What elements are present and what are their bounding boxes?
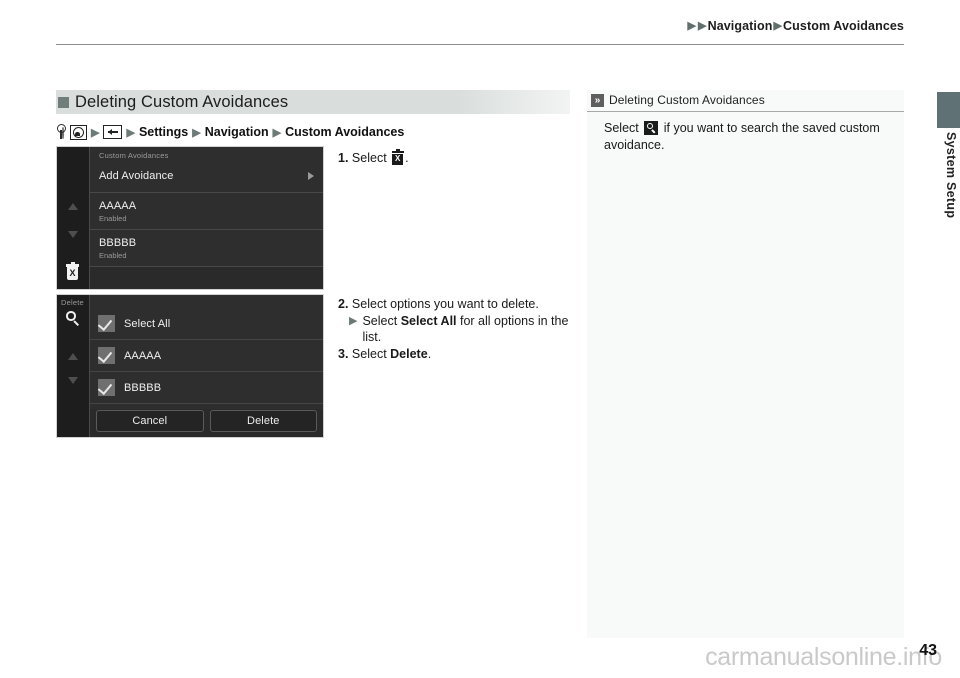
page-number: 43 [919, 642, 937, 659]
breadcrumb-triangle-icon: ▶ [698, 20, 707, 32]
device-side-rail: Delete [57, 295, 89, 437]
checkbox-row-aaaaa[interactable]: AAAAA [90, 340, 323, 372]
step-number: 3. [338, 347, 349, 361]
path-triangle-icon: ▶ [126, 126, 135, 139]
path-triangle-icon: ▶ [91, 126, 100, 139]
path-item-settings: Settings [138, 125, 189, 139]
device-list-panel: Custom Avoidances Add Avoidance AAAAA En… [89, 147, 323, 289]
search-handle [73, 320, 80, 326]
section-bullet-icon [58, 96, 69, 108]
checkbox-checked-icon[interactable] [98, 347, 115, 364]
trash-icon: X [391, 149, 404, 165]
breadcrumb-triangle-icon: ▶ [773, 20, 783, 32]
search-handle [651, 129, 656, 134]
step-3: 3. Select Delete. [338, 346, 570, 362]
device-screenshot-custom-avoidances: X Custom Avoidances Add Avoidance AAAAA … [56, 146, 324, 290]
device-panel-title: Delete [61, 298, 84, 307]
note-header: » Deleting Custom Avoidances [587, 90, 904, 112]
edge-tab-label: System Setup [944, 132, 958, 219]
list-item-label: AAAAA [99, 200, 137, 212]
note-title: Deleting Custom Avoidances [609, 93, 765, 107]
checkbox-row-select-all[interactable]: Select All [90, 308, 323, 340]
section-heading: Deleting Custom Avoidances [56, 90, 570, 114]
step-text: Select options you want to delete. [351, 297, 539, 311]
arrow-down-icon[interactable] [68, 377, 78, 384]
step-text-end: . [405, 151, 409, 165]
path-item-navigation: Navigation [204, 125, 269, 139]
step-number: 1. [338, 151, 349, 165]
trash-body: X [392, 153, 404, 165]
step-2: 2. Select options you want to delete. [338, 296, 570, 312]
checkbox-checked-icon[interactable] [98, 379, 115, 396]
arrow-up-icon[interactable] [68, 203, 78, 210]
path-triangle-icon: ▶ [192, 126, 201, 139]
list-item-label: Add Avoidance [99, 169, 174, 182]
checkbox-label: AAAAA [124, 349, 162, 362]
back-button-icon [103, 125, 123, 139]
substep-text-before: Select [362, 314, 398, 328]
note-text: Select if you want to search the saved c… [587, 112, 904, 154]
cancel-button[interactable]: Cancel [96, 410, 204, 432]
device-screenshot-delete: Delete Select All AAAAA BBBBB Cancel Del… [56, 294, 324, 438]
step-text-after: . [427, 347, 432, 361]
page-title: Deleting Custom Avoidances [75, 92, 289, 111]
checkbox-label: BBBBB [124, 381, 162, 394]
breadcrumb-triangle-icon: ▶ [687, 20, 697, 32]
trash-body: X [66, 267, 79, 281]
substep-text: Select Select All for all options in the… [362, 313, 570, 345]
device-side-rail: X [57, 147, 89, 289]
menu-button-icon [70, 124, 87, 140]
search-icon[interactable] [66, 311, 81, 326]
checkbox-checked-icon[interactable] [98, 315, 115, 332]
list-item-status: Enabled [99, 251, 127, 260]
breadcrumb-item-custom-avoidances: Custom Avoidances [783, 19, 904, 33]
device-button-bar: Cancel Delete [90, 409, 323, 437]
substep-triangle-icon: ▶ [349, 315, 358, 327]
step-1: 1. Select X . [338, 149, 409, 166]
trash-icon[interactable]: X [65, 262, 80, 281]
device-panel-title: Custom Avoidances [99, 151, 169, 160]
trash-lid [66, 262, 79, 267]
path-triangle-icon: ▶ [272, 126, 282, 139]
checkbox-label: Select All [124, 317, 171, 330]
list-item-label: BBBBB [99, 237, 137, 249]
note-text-before: Select [604, 121, 639, 135]
menu-path: ▶ ▶ Settings ▶ Navigation ▶ Custom Avoid… [56, 122, 570, 142]
step-2-group: 2. Select options you want to delete. ▶ … [338, 296, 570, 362]
header-divider [56, 44, 904, 45]
key-icon [56, 124, 66, 140]
main-content: Deleting Custom Avoidances ▶ ▶ Settings … [56, 90, 570, 438]
list-item-bbbbb[interactable]: BBBBB Enabled [90, 230, 323, 267]
manual-page: ▶ ▶Navigation▶Custom Avoidances System Se… [0, 0, 960, 678]
step-number: 2. [338, 297, 349, 311]
step-text-before: Select [351, 347, 387, 361]
delete-button[interactable]: Delete [209, 410, 317, 432]
arrow-down-icon[interactable] [68, 231, 78, 238]
arrow-up-icon[interactable] [68, 353, 78, 360]
double-chevron-icon: » [591, 93, 604, 107]
list-item-add-avoidance[interactable]: Add Avoidance [90, 160, 323, 193]
breadcrumb-item-navigation: Navigation [707, 19, 773, 33]
step-bold-label: Delete [390, 347, 428, 361]
substep-bold-label: Select All [400, 314, 457, 328]
list-item-aaaaa[interactable]: AAAAA Enabled [90, 193, 323, 230]
list-empty-area [90, 267, 323, 289]
list-item-status: Enabled [99, 214, 127, 223]
page-header: ▶ ▶Navigation▶Custom Avoidances [0, 0, 960, 48]
breadcrumb: ▶ ▶Navigation▶Custom Avoidances [686, 19, 904, 33]
side-note-panel: » Deleting Custom Avoidances Select if y… [587, 90, 904, 638]
chevron-right-icon [308, 172, 314, 180]
edge-tab-marker [937, 92, 960, 128]
search-icon [644, 121, 659, 135]
step-2-substep: ▶ Select Select All for all options in t… [338, 313, 570, 345]
watermark: carmanualsonline.info [705, 643, 942, 671]
step-text: Select [351, 151, 387, 165]
path-item-custom-avoidances: Custom Avoidances [285, 125, 405, 139]
checkbox-row-bbbbb[interactable]: BBBBB [90, 372, 323, 404]
